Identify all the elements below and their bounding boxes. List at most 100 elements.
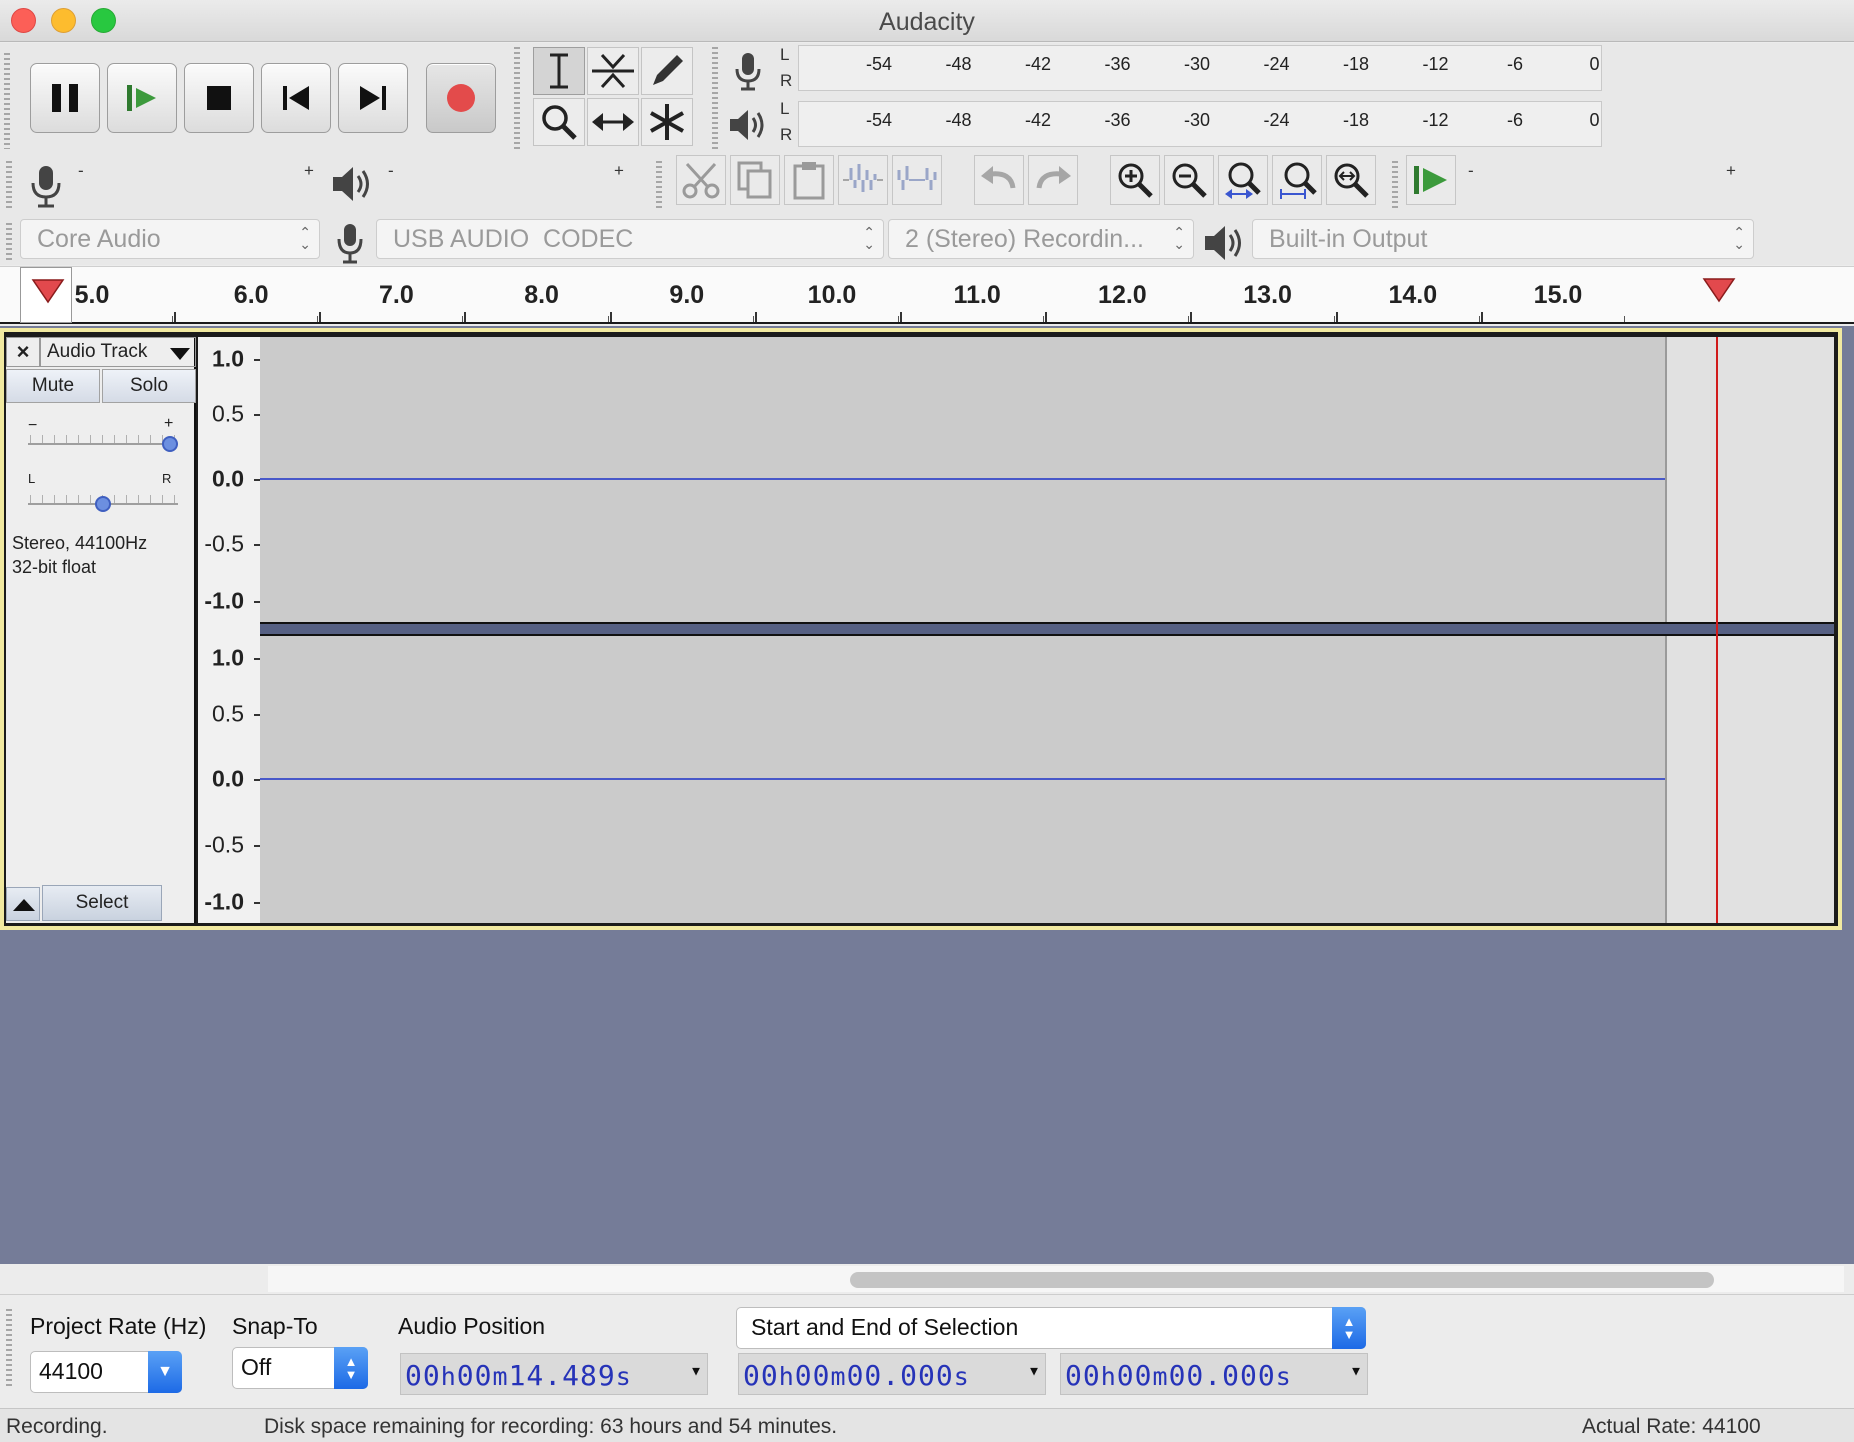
paste-button[interactable] xyxy=(784,155,834,205)
copy-button[interactable] xyxy=(730,155,780,205)
skip-to-end-button[interactable] xyxy=(338,63,408,133)
selection-start-minutes[interactable]: 00 xyxy=(795,1359,831,1392)
trim-audio-button[interactable] xyxy=(838,155,888,205)
project-rate-select[interactable]: 44100 ▼ xyxy=(30,1351,182,1393)
audio-position-time[interactable]: 00h00m14.489s ▾ xyxy=(400,1353,708,1395)
fit-selection-button[interactable] xyxy=(1218,155,1268,205)
edit-toolbar-grip[interactable] xyxy=(656,161,662,211)
cut-button[interactable] xyxy=(676,155,726,205)
track-name-menu[interactable]: Audio Track xyxy=(40,337,196,367)
audio-position-seconds[interactable]: 14.489 xyxy=(509,1359,616,1392)
zoom-toggle-icon xyxy=(1334,163,1369,198)
meter-toolbar-grip[interactable] xyxy=(712,47,718,151)
record-meter[interactable]: -54 -48 -42 -36 -30 -24 -18 -12 -6 0 xyxy=(798,45,1602,91)
zoom-in-button[interactable] xyxy=(1110,155,1160,205)
close-icon: × xyxy=(16,339,30,364)
selection-end-hours[interactable]: 00 xyxy=(1065,1359,1101,1392)
selection-end-seconds[interactable]: 00.000 xyxy=(1169,1359,1276,1392)
pause-button[interactable] xyxy=(30,63,100,133)
fit-project-icon xyxy=(1280,162,1317,199)
trim-icon xyxy=(843,164,883,192)
play-at-speed-button[interactable] xyxy=(1406,155,1456,205)
record-meter-button[interactable] xyxy=(723,47,773,95)
empty-region-left-channel[interactable] xyxy=(1665,337,1834,622)
selection-start-time[interactable]: 00h00m00.000s ▾ xyxy=(738,1353,1046,1395)
track-pan-thumb[interactable] xyxy=(95,496,111,512)
horizontal-scrollbar-thumb[interactable] xyxy=(850,1272,1714,1288)
redo-button[interactable] xyxy=(1028,155,1078,205)
collapse-track-button[interactable] xyxy=(6,887,40,921)
selection-tool-button[interactable] xyxy=(533,47,585,95)
selection-end-time[interactable]: 00h00m00.000s ▾ xyxy=(1060,1353,1368,1395)
select-arrows-icon: ⌃ ⌄ xyxy=(1733,224,1745,252)
track-close-button[interactable]: × xyxy=(6,337,40,367)
audio-host-select[interactable]: Core Audio ⌃ ⌄ xyxy=(20,219,320,259)
transport-toolbar-grip[interactable] xyxy=(4,53,10,149)
multi-tool-button[interactable] xyxy=(641,98,693,146)
silence-audio-button[interactable] xyxy=(892,155,942,205)
record-meter-left-label: L xyxy=(780,45,790,64)
play-meter-tick: -24 xyxy=(1263,110,1290,130)
time-shift-tool-button[interactable] xyxy=(587,98,639,146)
playback-device-select[interactable]: Built-in Output ⌃ ⌄ xyxy=(1252,219,1754,259)
play-at-speed-toolbar-grip[interactable] xyxy=(1392,161,1398,211)
mixer-toolbar-grip[interactable] xyxy=(6,161,12,211)
recording-device-select[interactable]: USB AUDIO CODEC ⌃ ⌄ xyxy=(376,219,884,259)
play-button[interactable] xyxy=(107,63,177,133)
play-meter-tick: -42 xyxy=(1024,110,1052,130)
redo-icon xyxy=(1036,166,1071,189)
select-track-button[interactable]: Select xyxy=(42,885,162,921)
zoom-tool-button[interactable] xyxy=(533,98,585,146)
empty-region-right-channel[interactable] xyxy=(1665,636,1834,923)
time-format-dropdown-icon[interactable]: ▾ xyxy=(690,1358,703,1382)
selection-start-hours[interactable]: 00 xyxy=(743,1359,779,1392)
draw-tool-button[interactable] xyxy=(641,47,693,95)
snap-to-select[interactable]: Off ▲ ▼ xyxy=(232,1347,368,1389)
track-control-panel[interactable]: × Audio Track Mute Solo − + L R Stereo, … xyxy=(6,337,196,923)
undo-button[interactable] xyxy=(974,155,1024,205)
device-toolbar-grip[interactable] xyxy=(6,223,12,263)
seconds-unit: s xyxy=(615,1362,632,1391)
hours-unit: h xyxy=(778,1362,795,1391)
play-head-region[interactable] xyxy=(20,267,72,323)
play-region-end-icon[interactable] xyxy=(1702,277,1736,303)
track-pan-slider[interactable] xyxy=(28,495,178,513)
zoom-out-button[interactable] xyxy=(1164,155,1214,205)
selection-toolbar: Project Rate (Hz) 44100 ▼ Snap-To Off ▲ ▼… xyxy=(0,1294,1854,1406)
fit-project-button[interactable] xyxy=(1272,155,1322,205)
stop-button[interactable] xyxy=(184,63,254,133)
left-channel-scale-label: -1.0 xyxy=(204,587,244,614)
selection-end-minutes[interactable]: 00 xyxy=(1117,1359,1153,1392)
mute-button[interactable]: Mute xyxy=(6,369,100,403)
audio-position-hours[interactable]: 00 xyxy=(405,1359,441,1392)
zoom-toggle-button[interactable] xyxy=(1326,155,1376,205)
ruler-major-tick xyxy=(754,312,757,322)
time-format-dropdown-icon[interactable]: ▾ xyxy=(1028,1358,1041,1382)
play-meter-right-label: R xyxy=(780,125,793,144)
audio-position-minutes[interactable]: 00 xyxy=(457,1359,493,1392)
play-meter-tick: -54 xyxy=(865,110,893,130)
play-meter-tick: -30 xyxy=(1183,110,1211,130)
play-meter[interactable]: -54 -48 -42 -36 -30 -24 -18 -12 -6 0 xyxy=(798,101,1602,147)
channel-separator xyxy=(260,622,1834,636)
selection-start-seconds[interactable]: 00.000 xyxy=(847,1359,954,1392)
selection-toolbar-grip[interactable] xyxy=(6,1309,12,1389)
vertical-amplitude-ruler[interactable]: 1.0 0.5 0.0 -0.5 -1.0 1.0 0.5 0.0 -0.5 -1.0 xyxy=(198,337,260,923)
track-gain-thumb[interactable] xyxy=(162,436,178,452)
recording-channels-select[interactable]: 2 (Stereo) Recordin... ⌃ ⌄ xyxy=(888,219,1194,259)
play-meter-tick: -6 xyxy=(1506,110,1524,130)
skip-to-start-button[interactable] xyxy=(261,63,331,133)
solo-button[interactable]: Solo xyxy=(102,369,196,403)
hours-unit: h xyxy=(440,1362,457,1391)
envelope-tool-button[interactable] xyxy=(587,47,639,95)
record-button[interactable] xyxy=(426,63,496,133)
selection-mode-select[interactable]: Start and End of Selection ▲ ▼ xyxy=(736,1307,1366,1349)
tools-toolbar-grip[interactable] xyxy=(514,47,520,151)
record-meter-tick: -6 xyxy=(1506,54,1524,74)
ruler-label: 7.0 xyxy=(379,281,414,309)
status-disk-space: Disk space remaining for recording: 63 h… xyxy=(264,1415,838,1438)
track-gain-slider[interactable] xyxy=(28,435,178,453)
timeline-ruler[interactable]: 5.0 6.0 7.0 8.0 9.0 10.0 11.0 12.0 13.0 14.0 15.0 xyxy=(0,266,1854,324)
play-meter-button[interactable] xyxy=(723,101,773,149)
time-format-dropdown-icon[interactable]: ▾ xyxy=(1350,1358,1363,1382)
